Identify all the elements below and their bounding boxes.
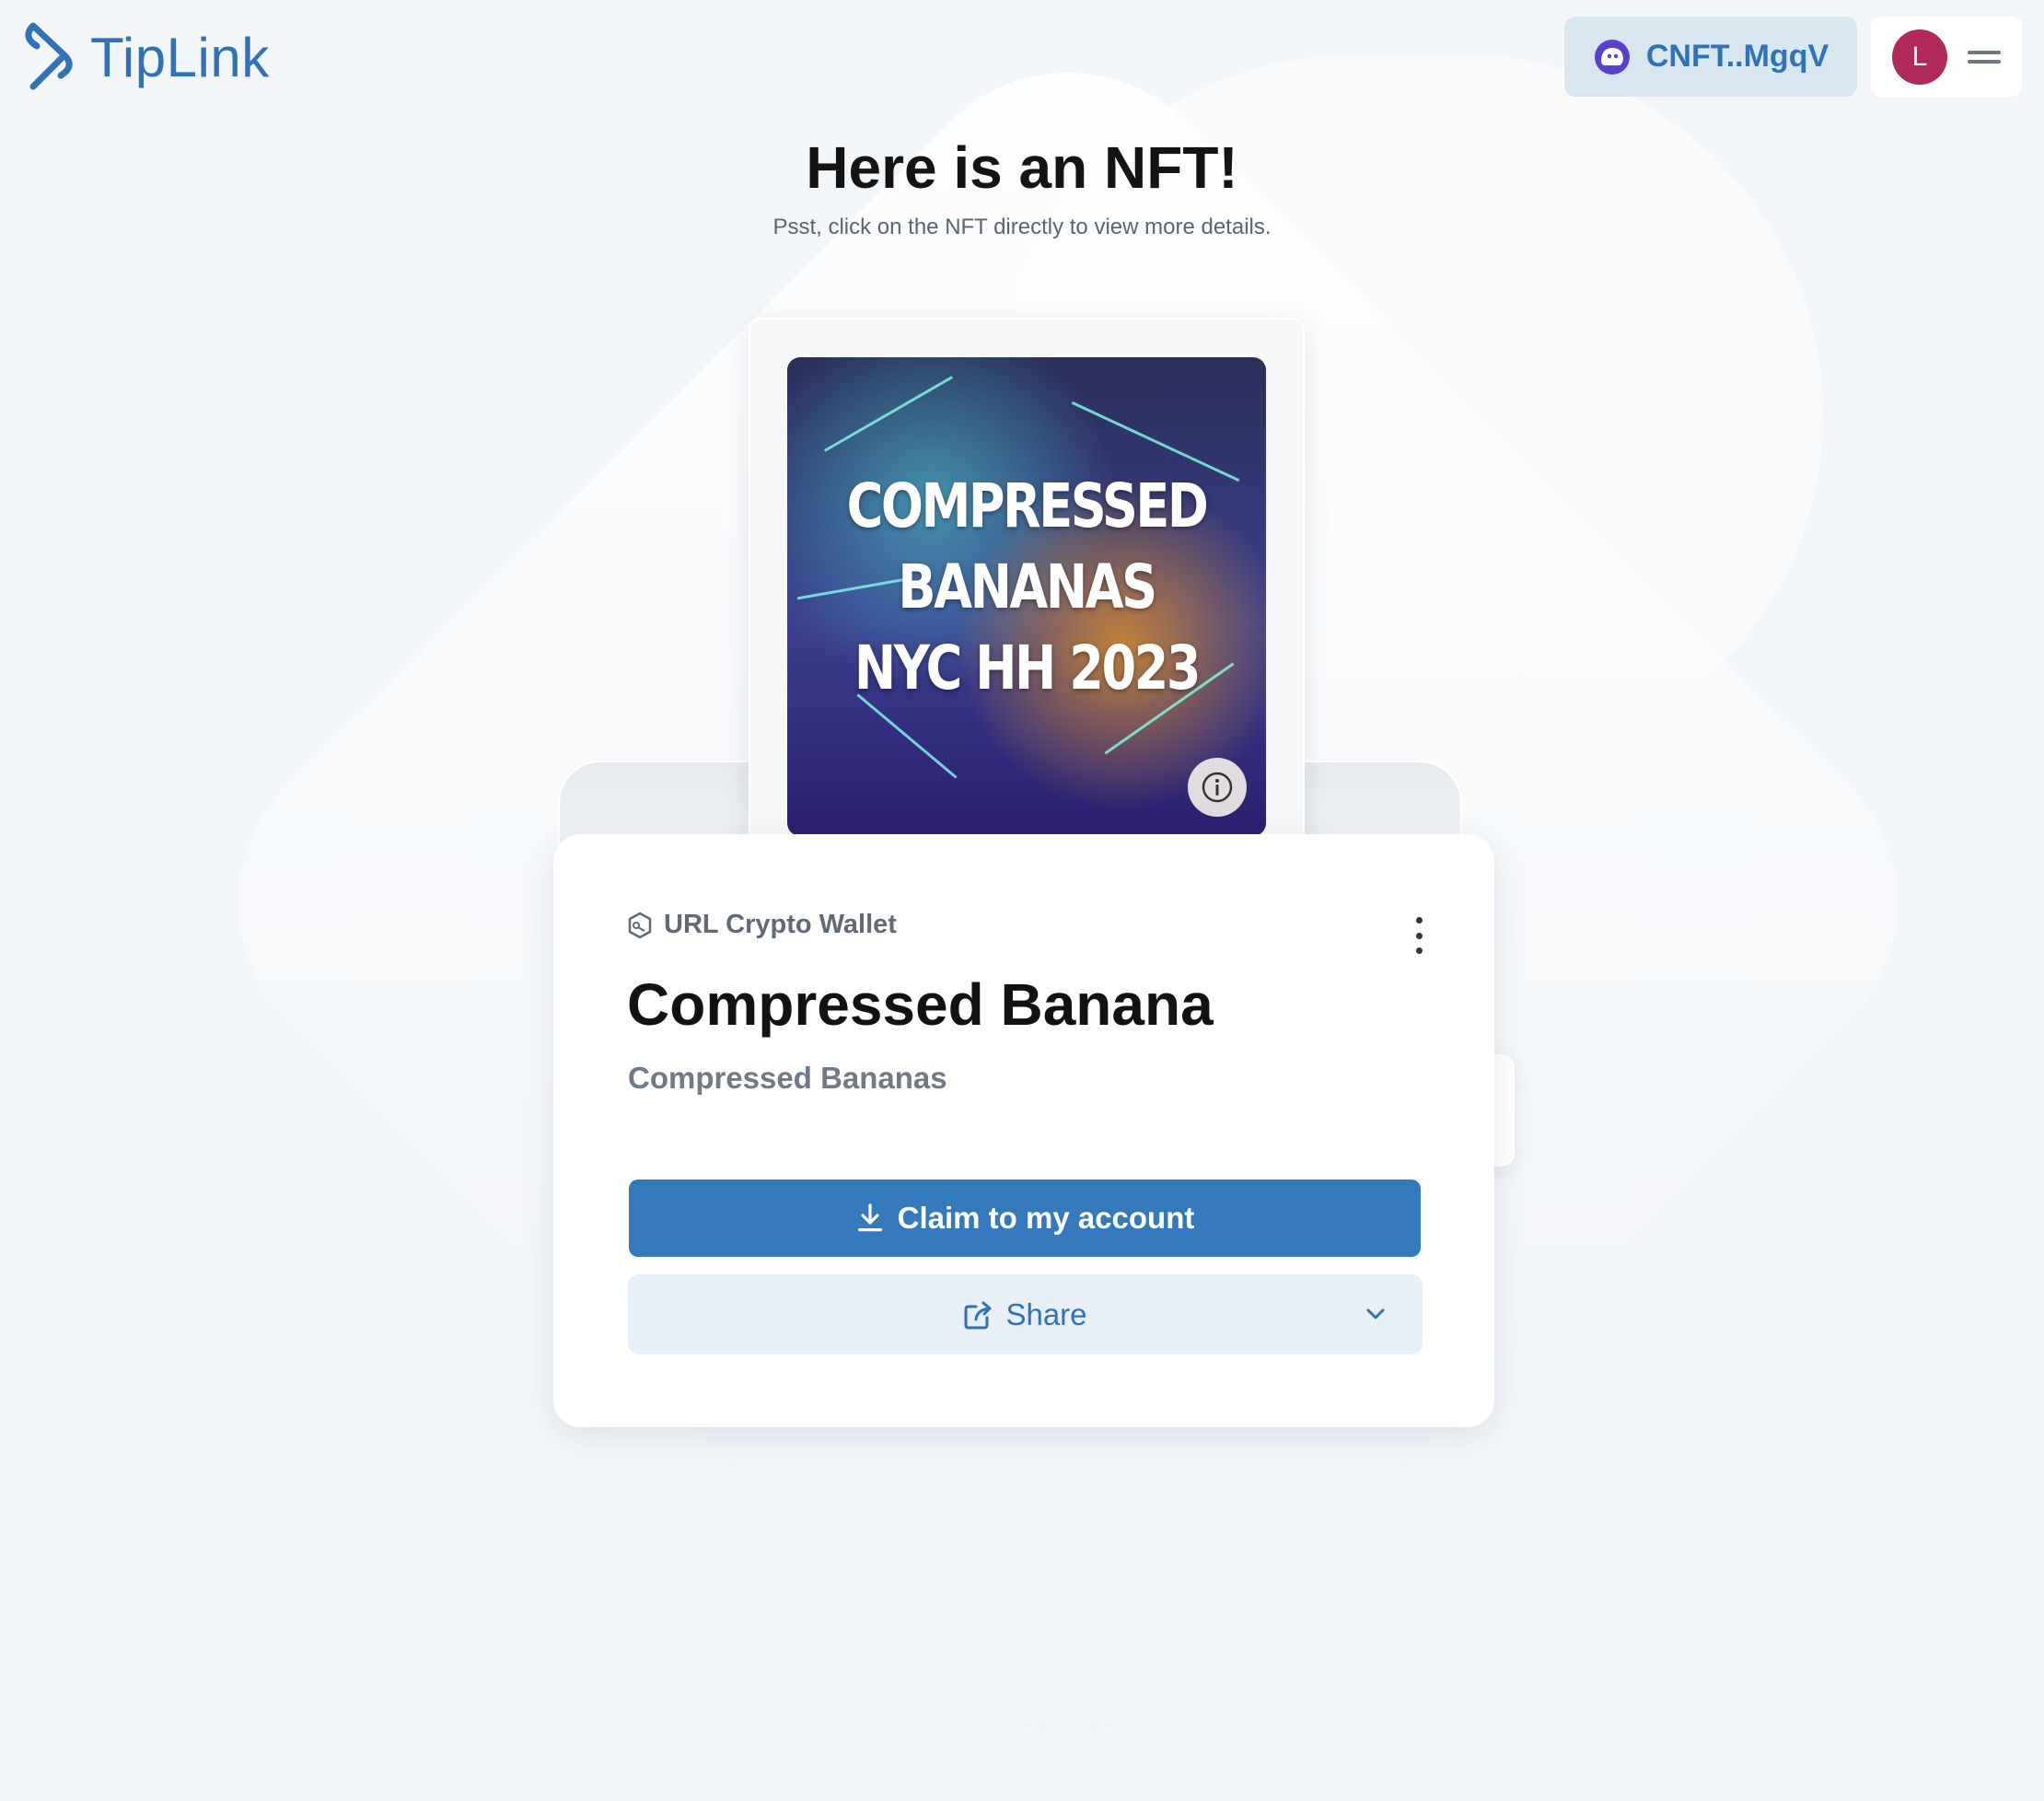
share-button[interactable]: Share xyxy=(628,1274,1423,1354)
avatar: L xyxy=(1892,29,1947,85)
hamburger-menu-icon xyxy=(1968,50,2001,64)
share-external-icon xyxy=(964,1301,992,1329)
more-options-button[interactable] xyxy=(1410,917,1428,954)
tiplink-logo[interactable]: TipLink xyxy=(24,18,270,96)
claim-to-account-button[interactable]: Claim to my account xyxy=(629,1179,1421,1257)
wallet-type-label: URL Crypto Wallet xyxy=(627,910,897,940)
phantom-wallet-icon xyxy=(1594,39,1630,75)
info-icon xyxy=(1202,772,1233,803)
wallet-address-button[interactable]: CNFT..MgqV xyxy=(1564,17,1857,97)
nft-name: Compressed Banana xyxy=(627,971,1214,1038)
more-vertical-icon xyxy=(1415,917,1423,924)
tiplink-logo-icon xyxy=(25,22,73,90)
account-menu-button[interactable]: L xyxy=(1871,17,2022,97)
nft-image[interactable]: COMPRESSED BANANAS NYC HH 2023 xyxy=(787,357,1266,836)
nft-info-button[interactable] xyxy=(1188,758,1247,817)
wallet-badge-icon xyxy=(628,912,652,938)
wallet-address-label: CNFT..MgqV xyxy=(1645,39,1829,74)
page-subtitle: Psst, click on the NFT directly to view … xyxy=(772,215,1272,239)
chevron-down-icon[interactable] xyxy=(1364,1302,1388,1326)
download-icon xyxy=(857,1203,882,1232)
nft-image-caption: COMPRESSED BANANAS NYC HH 2023 xyxy=(846,471,1209,703)
collection-name: Compressed Bananas xyxy=(628,1061,947,1095)
nft-claim-card: URL Crypto Wallet Compressed Banana Comp… xyxy=(553,834,1494,1427)
page-title: Here is an NFT! xyxy=(806,134,1238,201)
logo-text: TipLink xyxy=(90,26,270,88)
